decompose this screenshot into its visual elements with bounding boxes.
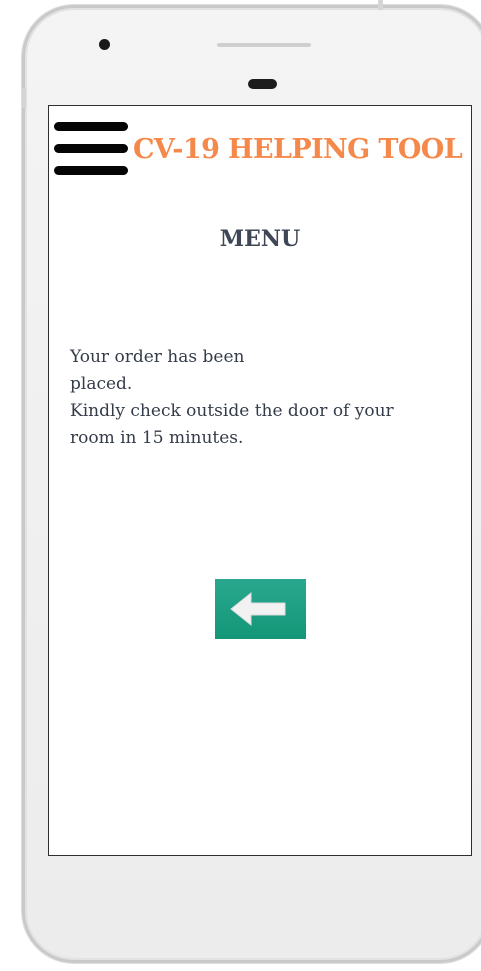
menu-bar-middle [54,144,128,153]
earpiece-speaker [217,43,311,47]
menu-bar-top [54,122,128,131]
app-screen [48,105,472,856]
message-line: room in 15 minutes. [70,428,244,448]
phone-side-edge [22,88,26,108]
message-line: placed. [70,374,133,394]
hamburger-menu-icon[interactable] [54,122,130,176]
back-button[interactable] [215,579,306,639]
proximity-sensor [248,79,277,89]
left-arrow-icon [230,591,286,627]
order-confirmation-message: Your order has been placed. Kindly check… [70,344,460,452]
phone-top-edge [378,0,383,10]
message-line: Your order has been [70,347,245,367]
front-camera [99,39,110,50]
page-heading: MENU [219,226,301,252]
menu-bar-bottom [54,166,128,175]
app-title: CV-19 HELPING TOOL [133,134,463,165]
message-line: Kindly check outside the door of your [70,401,394,421]
